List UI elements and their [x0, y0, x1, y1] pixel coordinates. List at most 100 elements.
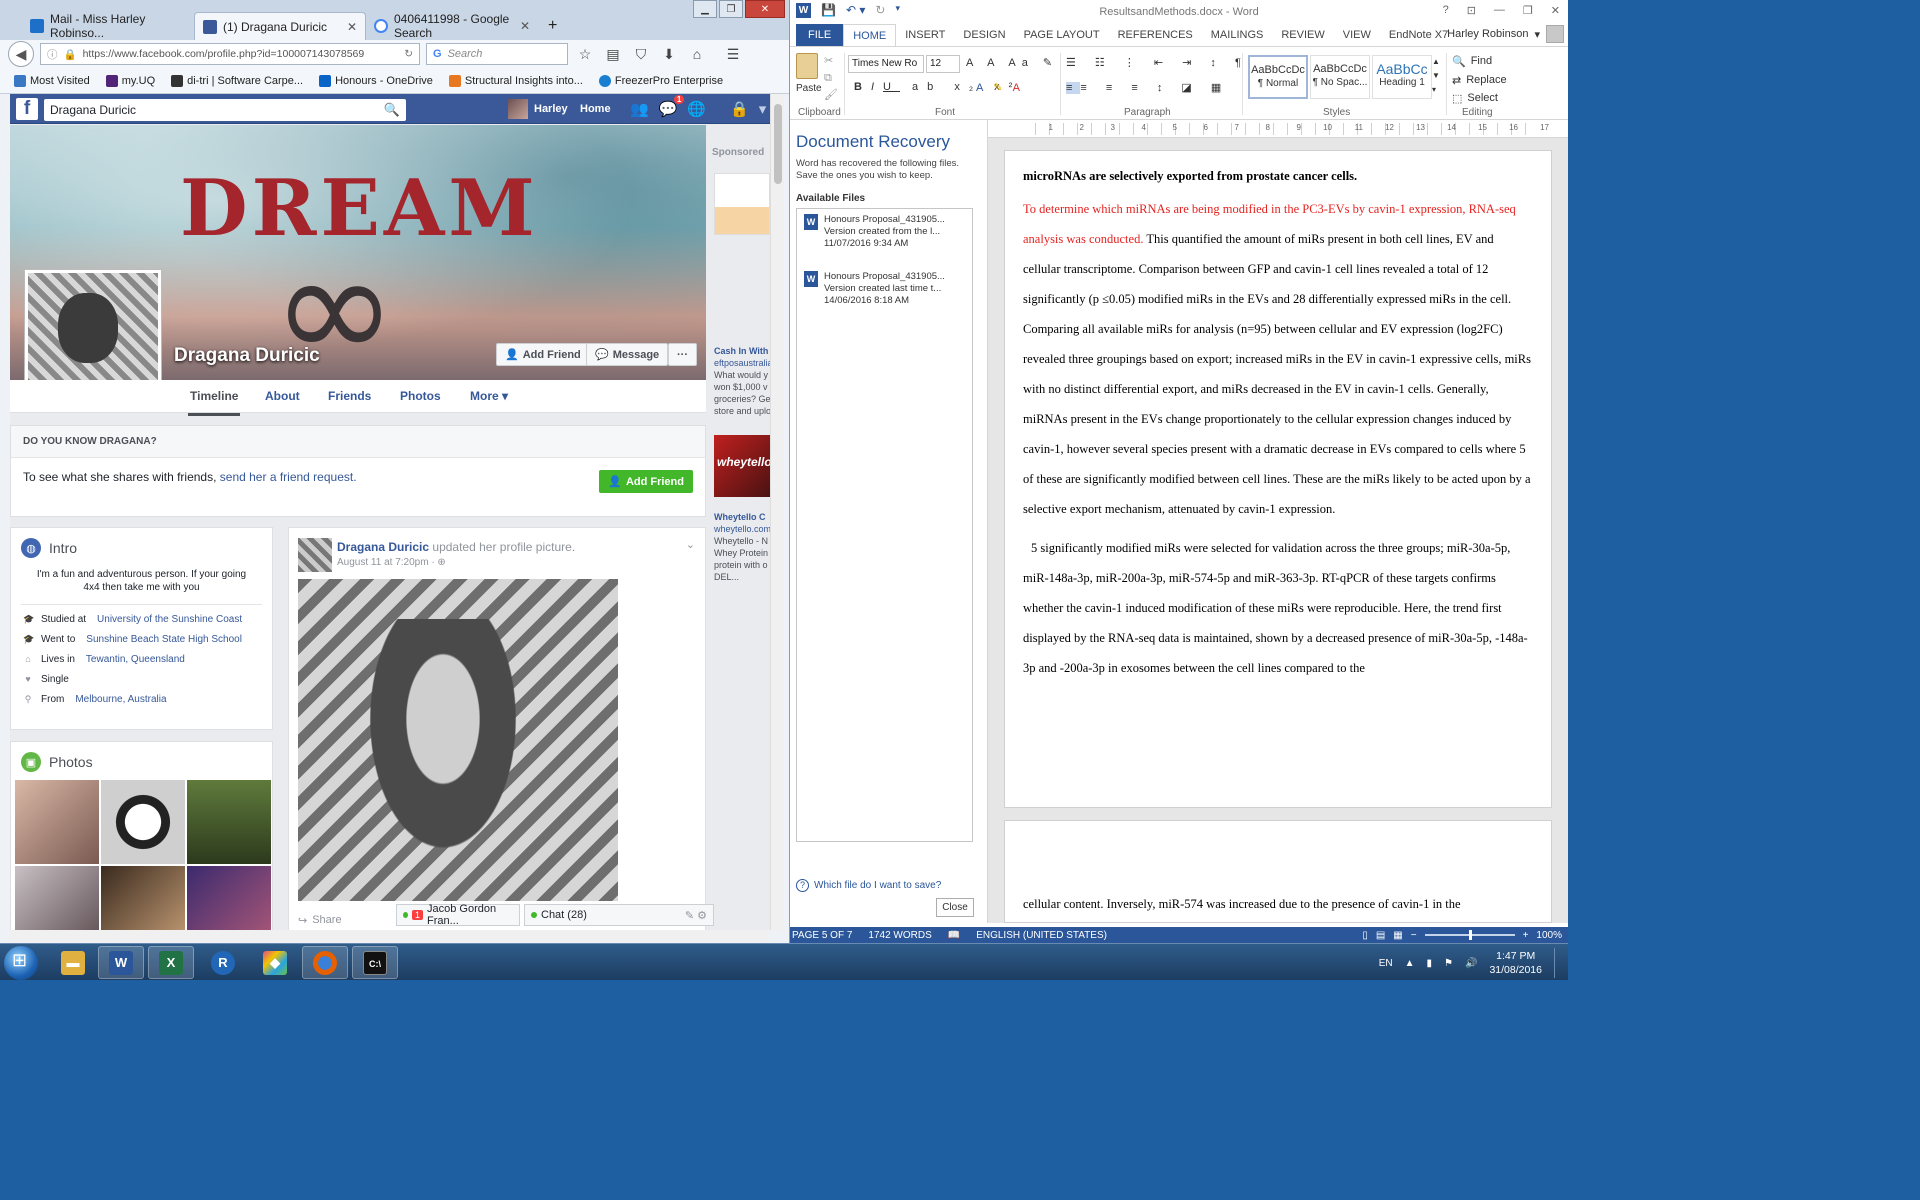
page-count[interactable]: PAGE 5 OF 7: [792, 930, 852, 941]
chat-sidebar-toggle[interactable]: Chat (28) ✎ ⚙: [524, 904, 714, 926]
tab-photos[interactable]: Photos: [400, 389, 441, 403]
tab-timeline[interactable]: Timeline: [187, 389, 241, 416]
network-icon[interactable]: ▮: [1427, 958, 1433, 969]
taskbar-r[interactable]: R: [200, 946, 246, 979]
vertical-scrollbar[interactable]: [770, 94, 784, 930]
show-hidden-icons-icon[interactable]: ▲: [1405, 958, 1415, 969]
styles-scroll[interactable]: ▲ ▼ ▾: [1432, 55, 1440, 97]
account-menu-icon[interactable]: ▾: [759, 100, 767, 118]
bookmark-most-visited[interactable]: Most Visited: [14, 74, 90, 87]
browser-tab-facebook[interactable]: (1) Dragana Duricic ✕: [194, 12, 366, 40]
cut-icon[interactable]: ✂: [824, 55, 833, 67]
zoom-thumb[interactable]: [1468, 930, 1472, 940]
paste-icon[interactable]: [796, 53, 818, 79]
document-page-next[interactable]: cellular content. Inversely, miR-574 was…: [1004, 820, 1552, 923]
zoom-in-icon[interactable]: +: [1523, 930, 1529, 941]
chevron-down-icon[interactable]: ⌄: [686, 538, 695, 551]
print-layout-icon[interactable]: ▤: [1376, 930, 1385, 941]
post-author[interactable]: Dragana Duricic: [337, 540, 429, 554]
tab-endnote[interactable]: EndNote X7: [1380, 24, 1457, 46]
tab-view[interactable]: VIEW: [1334, 24, 1380, 46]
tab-page-layout[interactable]: PAGE LAYOUT: [1015, 24, 1109, 46]
document-page[interactable]: microRNAs are selectively exported from …: [1004, 150, 1552, 808]
facebook-search-input[interactable]: Dragana Duricic 🔍: [44, 99, 406, 121]
taskbar-excel[interactable]: X: [148, 946, 194, 979]
new-tab-button[interactable]: +: [540, 12, 564, 40]
list-indent-tools[interactable]: ☰ ☷ ⋮ ⇤ ⇥ ↕ ¶: [1066, 56, 1249, 69]
avatar[interactable]: [298, 538, 332, 572]
photo-thumbnail[interactable]: [187, 866, 271, 930]
paste-button[interactable]: Paste: [796, 83, 822, 94]
taskbar-explorer[interactable]: ▬: [50, 946, 96, 979]
zoom-level[interactable]: 100%: [1536, 930, 1562, 941]
restore-icon[interactable]: ❐: [1523, 4, 1533, 17]
format-painter-icon[interactable]: 🖌: [824, 89, 838, 101]
tab-references[interactable]: REFERENCES: [1109, 24, 1202, 46]
proofing-icon[interactable]: 📖: [948, 930, 960, 941]
style-normal[interactable]: AaBbCcDc ¶ Normal: [1248, 55, 1308, 99]
tab-friends[interactable]: Friends: [328, 389, 371, 403]
help-icon[interactable]: ?: [1443, 4, 1449, 17]
tab-review[interactable]: REVIEW: [1272, 24, 1333, 46]
minimize-icon[interactable]: —: [1494, 4, 1505, 17]
close-window-icon[interactable]: ✕: [745, 0, 785, 18]
select-button[interactable]: ⬚ Select: [1452, 92, 1498, 105]
ribbon-display-icon[interactable]: ⊡: [1467, 4, 1476, 17]
photo-thumbnail[interactable]: [15, 780, 99, 864]
ad-image[interactable]: [714, 173, 770, 235]
tab-file[interactable]: FILE: [796, 24, 844, 46]
bookmark-ditri[interactable]: di-tri | Software Carpe...: [171, 74, 303, 87]
photo-thumbnail[interactable]: [101, 780, 185, 864]
browser-tab-google[interactable]: 0406411998 - Google Search ✕: [366, 12, 538, 40]
restore-icon[interactable]: ❐: [719, 0, 743, 18]
photo-thumbnail[interactable]: [187, 780, 271, 864]
bookmark-myuq[interactable]: my.UQ: [105, 74, 155, 87]
photos-title[interactable]: Photos: [49, 754, 93, 770]
taskbar-cmd[interactable]: C:\: [352, 946, 398, 979]
compose-icon[interactable]: ✎ ⚙: [685, 909, 707, 922]
close-window-icon[interactable]: ✕: [1551, 4, 1560, 17]
intro-link[interactable]: Melbourne, Australia: [75, 694, 166, 705]
intro-link[interactable]: Tewantin, Queensland: [86, 654, 185, 665]
tab-home[interactable]: HOME: [843, 24, 897, 46]
privacy-lock-icon[interactable]: 🔒: [730, 100, 749, 118]
style-heading-1[interactable]: AaBbCc Heading 1: [1372, 55, 1432, 99]
show-desktop-button[interactable]: [1554, 948, 1560, 978]
taskbar-firefox[interactable]: [302, 946, 348, 979]
message-button[interactable]: 💬 Message: [586, 343, 669, 366]
chat-tab-contact[interactable]: 1 Jacob Gordon Fran...: [396, 903, 520, 927]
pocket-icon[interactable]: ⛉: [630, 46, 652, 63]
friend-requests-icon[interactable]: 👥: [630, 100, 649, 118]
zoom-slider[interactable]: [1424, 930, 1515, 940]
account-menu[interactable]: Harley Robinson ▾: [1447, 25, 1564, 43]
language[interactable]: ENGLISH (UNITED STATES): [976, 930, 1107, 941]
share-button[interactable]: ↪ Share: [298, 914, 342, 927]
facebook-logo-icon[interactable]: f: [16, 98, 38, 120]
add-friend-button[interactable]: 👤 Add Friend: [496, 343, 590, 366]
bookmark-star-icon[interactable]: ☆: [574, 46, 596, 63]
bookmark-onedrive[interactable]: Honours - OneDrive: [319, 74, 433, 87]
language-indicator[interactable]: EN: [1379, 958, 1393, 969]
profile-link[interactable]: Harley: [508, 99, 568, 119]
bookmark-freezerpro[interactable]: FreezerPro Enterprise: [598, 74, 723, 87]
url-bar[interactable]: ⓘ 🔒 https://www.facebook.com/profile.php…: [40, 43, 420, 65]
taskbar-app[interactable]: ◆: [252, 946, 298, 979]
recovered-file-2[interactable]: W Honours Proposal_431905... Version crea…: [804, 271, 945, 307]
menu-icon[interactable]: ☰: [722, 46, 744, 63]
tab-about[interactable]: About: [265, 389, 300, 403]
web-layout-icon[interactable]: ▦: [1393, 930, 1402, 941]
messages-icon[interactable]: 💬 1: [659, 95, 685, 118]
copy-icon[interactable]: ⧉: [824, 72, 832, 84]
help-link[interactable]: ? Which file do I want to save?: [796, 879, 941, 892]
read-mode-icon[interactable]: ▯: [1362, 930, 1368, 941]
alignment-tools[interactable]: ≡≡ ≡ ≡ ↕ ◪ ▦: [1066, 81, 1229, 94]
font-color-tools[interactable]: A✎A: [976, 81, 1030, 94]
post-photo[interactable]: [298, 579, 618, 901]
find-button[interactable]: 🔍 Find: [1452, 55, 1492, 68]
clock[interactable]: 1:47 PM 31/08/2016: [1489, 949, 1542, 977]
recovered-file-1[interactable]: W Honours Proposal_431905... Version crea…: [804, 214, 945, 250]
ad-1[interactable]: Cash In With eftposaustralia What would …: [714, 345, 770, 417]
download-icon[interactable]: ⬇: [658, 46, 680, 63]
minimize-icon[interactable]: ▁: [693, 0, 717, 18]
scroll-thumb[interactable]: [774, 104, 782, 184]
